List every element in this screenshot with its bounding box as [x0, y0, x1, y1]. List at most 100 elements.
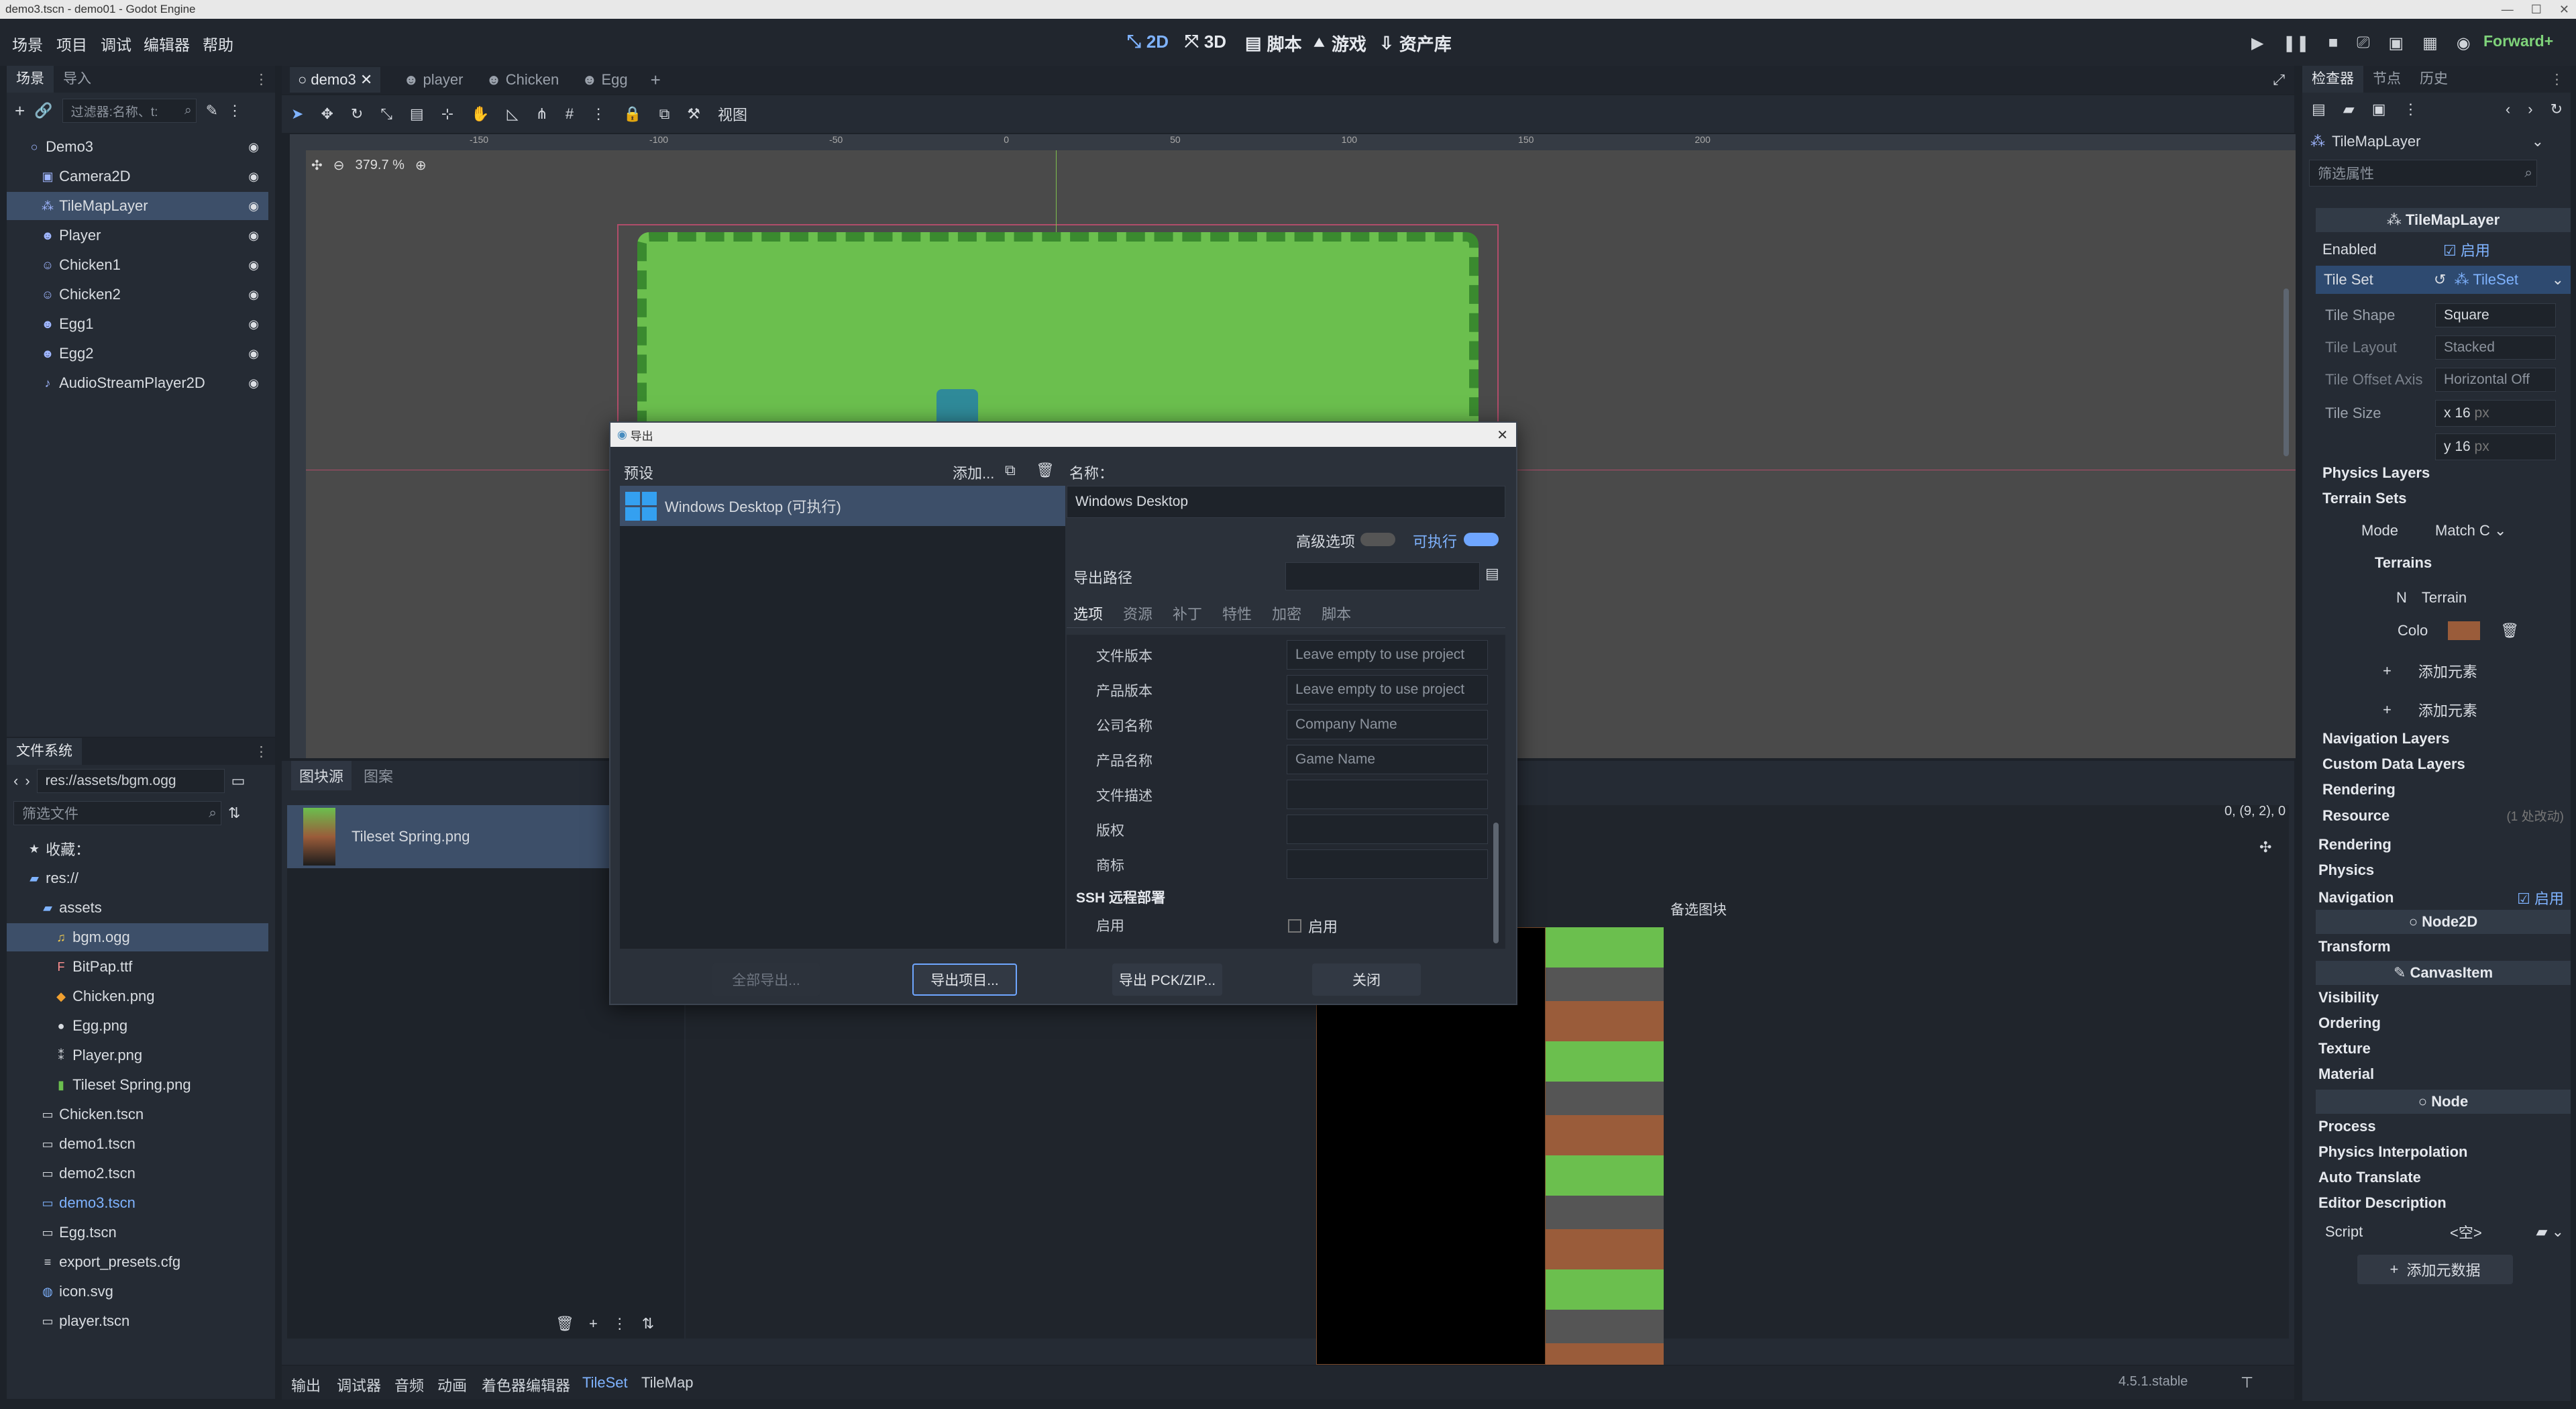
- terrain-sets-section[interactable]: Terrain Sets: [2316, 490, 2407, 507]
- pause-icon[interactable]: ❚❚: [2282, 34, 2309, 53]
- history-forward-icon[interactable]: ›: [2528, 101, 2532, 118]
- path-input[interactable]: res://assets/bgm.ogg: [36, 769, 225, 793]
- ssh-enable-checkbox[interactable]: 启用: [1288, 915, 1338, 937]
- delete-icon[interactable]: 🗑: [1036, 462, 1055, 479]
- property-filter-input[interactable]: 筛选属性 ⌕: [2309, 160, 2537, 187]
- close-icon[interactable]: ✕: [2559, 3, 2569, 17]
- tree-node-camera2d[interactable]: ▣ Camera2D ◉: [7, 162, 268, 191]
- file-item[interactable]: ♫ bgm.ogg: [7, 923, 268, 951]
- visibility-icon[interactable]: ◉: [248, 258, 259, 272]
- minimize-icon[interactable]: —: [2502, 3, 2514, 17]
- resource-section[interactable]: Resource (1 处改动): [2316, 806, 2571, 825]
- sort-icon[interactable]: ⇅: [642, 1315, 654, 1333]
- workspace-game[interactable]: ⯅ 游戏: [1312, 31, 1366, 56]
- export-all-button[interactable]: 全部导出...: [712, 963, 820, 996]
- terrain-name-value[interactable]: Terrain: [2407, 589, 2467, 607]
- tab-node[interactable]: 节点: [2363, 66, 2410, 93]
- add-terrain-set-row[interactable]: + 添加元素: [2316, 699, 2477, 721]
- renderer-select[interactable]: Forward+: [2483, 32, 2553, 50]
- ruler-tool-icon[interactable]: ◺: [507, 105, 519, 123]
- stop-icon[interactable]: ■: [2328, 34, 2339, 53]
- pin-icon[interactable]: ⊤: [2241, 1374, 2253, 1392]
- object-selector[interactable]: ⁂ TileMapLayer ⌄: [2302, 126, 2571, 157]
- link-icon[interactable]: 🔗: [34, 102, 52, 119]
- scene-tab-player[interactable]: ☻ player: [403, 71, 463, 89]
- move-tool-icon[interactable]: ✥: [321, 105, 333, 123]
- product-version-input[interactable]: Leave empty to use project: [1287, 675, 1488, 704]
- file-item[interactable]: ▭ demo1.tscn: [7, 1130, 268, 1158]
- script-value[interactable]: <空>: [2450, 1221, 2482, 1243]
- export-path-input[interactable]: [1285, 562, 1480, 590]
- scene-filter-input[interactable]: 过滤器:名称、t: ⌕: [62, 99, 197, 123]
- tab-encryption[interactable]: 加密: [1272, 603, 1301, 624]
- visibility-icon[interactable]: ◉: [248, 288, 259, 302]
- close-dialog-button[interactable]: 关闭: [1312, 963, 1421, 996]
- file-version-input[interactable]: Leave empty to use project: [1287, 640, 1488, 670]
- zoom-level[interactable]: 379.7 %: [356, 158, 405, 173]
- tab-tilemap[interactable]: TileMap: [641, 1374, 693, 1392]
- visibility-icon[interactable]: ◉: [248, 229, 259, 243]
- play-scene-icon[interactable]: ▣: [2388, 34, 2404, 53]
- file-item[interactable]: ▭ demo3.tscn: [7, 1189, 268, 1217]
- grid-snap-icon[interactable]: #: [566, 105, 574, 123]
- material-section[interactable]: Material: [2316, 1065, 2374, 1083]
- menu-editor[interactable]: 编辑器: [144, 32, 190, 55]
- center-view-icon[interactable]: ✣: [311, 157, 323, 174]
- remote-debug-icon[interactable]: ⎚: [2357, 34, 2369, 53]
- ordering-section[interactable]: Ordering: [2316, 1014, 2381, 1032]
- tab-history[interactable]: 历史: [2410, 66, 2457, 93]
- tile-size-x[interactable]: x 16 px: [2435, 400, 2556, 427]
- movie-icon[interactable]: ◉: [2457, 34, 2471, 53]
- product-name-input[interactable]: Game Name: [1287, 745, 1488, 774]
- zoom-out-icon[interactable]: ⊖: [333, 157, 345, 174]
- dock-menu-icon[interactable]: ⋮: [254, 743, 275, 760]
- tab-audio[interactable]: 音频: [394, 1374, 424, 1396]
- options-scrollbar[interactable]: [1493, 823, 1499, 943]
- navigation-layers-section[interactable]: Navigation Layers: [2316, 730, 2450, 747]
- tile-layout-select[interactable]: Stacked: [2435, 335, 2556, 360]
- mode-select[interactable]: Match C ⌄: [2399, 522, 2506, 539]
- favorites-header[interactable]: ★ 收藏：: [7, 835, 268, 863]
- menu-help[interactable]: 帮助: [203, 32, 233, 55]
- texture-section[interactable]: Texture: [2316, 1040, 2371, 1057]
- revert-icon[interactable]: ↺: [2434, 271, 2446, 289]
- visibility-icon[interactable]: ◉: [248, 347, 259, 361]
- tree-node-chicken2[interactable]: ☺ Chicken2 ◉: [7, 280, 268, 309]
- tab-import[interactable]: 导入: [54, 66, 101, 93]
- terrain-color-swatch[interactable]: [2448, 621, 2481, 640]
- file-item[interactable]: ⁑ Player.png: [7, 1041, 268, 1069]
- bone-icon[interactable]: ⚒: [687, 105, 700, 123]
- tab-patches[interactable]: 补丁: [1173, 603, 1202, 624]
- advanced-toggle[interactable]: [1360, 533, 1395, 546]
- tree-node-egg1[interactable]: ☻ Egg1 ◉: [7, 310, 268, 338]
- snap-icon[interactable]: ⋔: [535, 105, 547, 123]
- visibility-icon[interactable]: ◉: [248, 317, 259, 331]
- tab-scripts[interactable]: 脚本: [1322, 603, 1351, 624]
- maximize-icon[interactable]: ☐: [2531, 3, 2542, 17]
- tab-features[interactable]: 特性: [1222, 603, 1252, 624]
- history-back-icon[interactable]: ‹: [2506, 101, 2510, 118]
- file-item[interactable]: ▰ res://: [7, 864, 268, 892]
- tree-node-egg2[interactable]: ☻ Egg2 ◉: [7, 340, 268, 368]
- scale-tool-icon[interactable]: ⤡: [380, 105, 392, 123]
- tab-filesystem[interactable]: 文件系统: [7, 738, 82, 765]
- tab-scene[interactable]: 场景: [7, 66, 54, 93]
- auto-translate-section[interactable]: Auto Translate: [2316, 1169, 2421, 1186]
- tree-node-tilemaplayer[interactable]: ⁂ TileMapLayer ◉: [7, 192, 268, 220]
- tree-node-chicken1[interactable]: ☺ Chicken1 ◉: [7, 251, 268, 279]
- snap-menu-icon[interactable]: ⋮: [591, 105, 606, 123]
- script-attach-icon[interactable]: ✎: [206, 102, 218, 119]
- tree-node-demo3[interactable]: ○ Demo3 ◉: [7, 133, 268, 161]
- workspace-2d[interactable]: ⤡ 2D: [1127, 31, 1169, 52]
- file-item[interactable]: ◆ Chicken.png: [7, 982, 268, 1010]
- enabled-checkbox[interactable]: ☑ 启用: [2443, 239, 2490, 260]
- transform-section[interactable]: Transform: [2316, 938, 2391, 955]
- tab-output[interactable]: 输出: [291, 1374, 321, 1396]
- tab-tileset[interactable]: TileSet: [582, 1374, 628, 1392]
- add-metadata-button[interactable]: + 添加元数据: [2357, 1255, 2513, 1284]
- visibility-icon[interactable]: ◉: [248, 376, 259, 390]
- add-preset-button[interactable]: 添加...: [953, 462, 994, 483]
- export-project-button[interactable]: 导出项目...: [912, 963, 1017, 996]
- load-icon[interactable]: ▰: [2343, 101, 2355, 118]
- lock-icon[interactable]: 🔒: [623, 105, 641, 123]
